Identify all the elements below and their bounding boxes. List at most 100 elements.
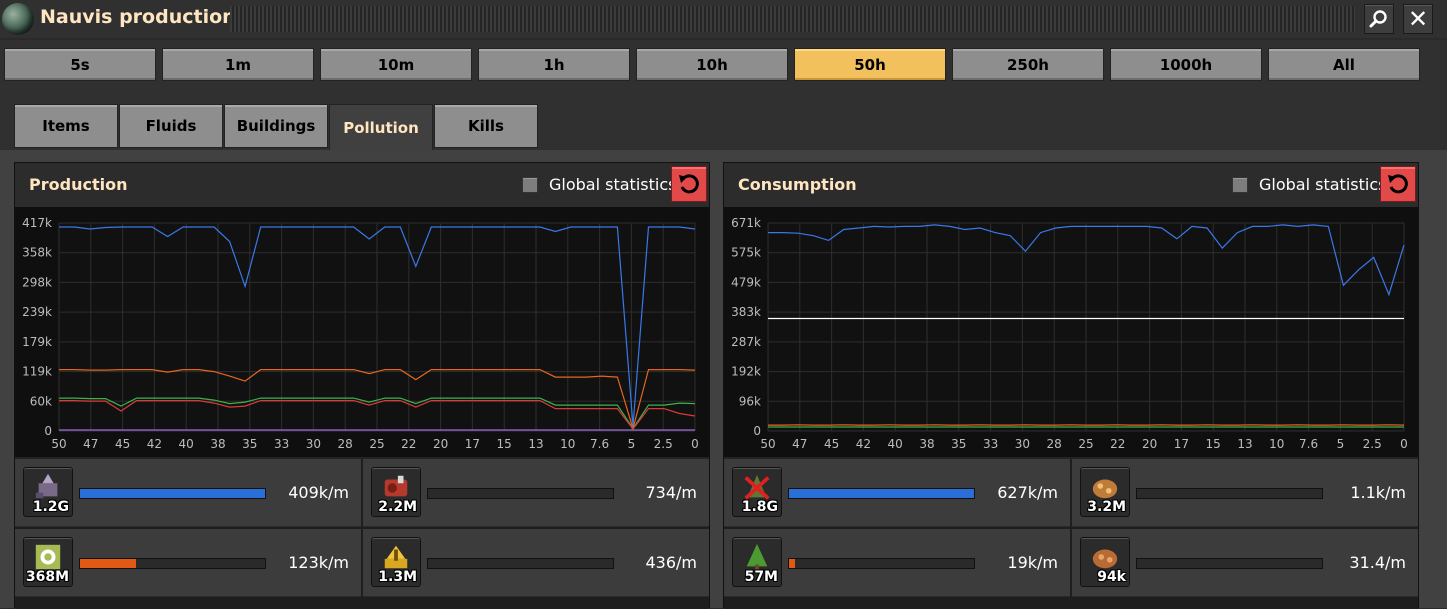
reset-button[interactable] xyxy=(1380,166,1416,202)
y-tick-label: 119k xyxy=(22,365,52,379)
dead-tree-icon xyxy=(741,472,773,502)
title-bar[interactable]: Nauvis production ✕ xyxy=(0,0,1447,38)
search-button[interactable] xyxy=(1364,4,1394,34)
x-tick-label: 17 xyxy=(1174,437,1189,451)
tab-kills[interactable]: Kills xyxy=(434,104,538,148)
category-tabs: ItemsFluidsBuildingsPollutionKills xyxy=(0,88,1447,150)
list-item[interactable]: 94k 31.4/m xyxy=(1072,529,1418,597)
time-button-50h[interactable]: 50h xyxy=(794,48,946,81)
time-button-1000h[interactable]: 1000h xyxy=(1110,48,1262,81)
list-item[interactable]: 1.2G409k/m xyxy=(15,459,361,527)
progress-bar xyxy=(427,488,614,499)
pumpjack-slot[interactable]: 1.3M xyxy=(371,537,421,587)
steam-engine-slot[interactable]: 2.2M xyxy=(371,467,421,517)
drag-handle[interactable] xyxy=(230,6,1355,32)
x-tick-label: 20 xyxy=(1142,437,1157,451)
x-tick-label: 38 xyxy=(919,437,934,451)
production-title: Production xyxy=(29,175,127,194)
y-tick-label: 179k xyxy=(22,335,52,349)
tab-buildings[interactable]: Buildings xyxy=(224,104,328,148)
progress-bar xyxy=(788,558,975,569)
x-tick-label: 13 xyxy=(1237,437,1252,451)
tab-pollution[interactable]: Pollution xyxy=(329,104,433,150)
list-item[interactable]: 368M123k/m xyxy=(15,529,361,597)
item-count: 368M xyxy=(26,569,69,585)
mining-drill-icon xyxy=(32,472,64,502)
mining-drill-slot[interactable]: 1.2G xyxy=(23,467,73,517)
rate-value: 1.1k/m xyxy=(1350,483,1406,502)
time-button-250h[interactable]: 250h xyxy=(952,48,1104,81)
progress-bar xyxy=(79,488,266,499)
list-item[interactable]: 3.2M 1.1k/m xyxy=(1072,459,1418,527)
x-tick-label: 22 xyxy=(401,437,416,451)
reset-icon xyxy=(677,172,701,196)
tab-fluids[interactable]: Fluids xyxy=(119,104,223,148)
x-tick-label: 45 xyxy=(824,437,839,451)
x-tick-label: 5 xyxy=(1337,437,1345,451)
time-button-all[interactable]: All xyxy=(1268,48,1420,81)
spawner-slot[interactable]: 3.2M xyxy=(1080,467,1130,517)
biter-spawner-slot[interactable]: 94k xyxy=(1080,537,1130,587)
x-tick-label: 45 xyxy=(115,437,130,451)
progress-bar xyxy=(79,558,266,569)
x-tick-label: 20 xyxy=(433,437,448,451)
y-tick-label: 575k xyxy=(731,246,761,260)
list-item[interactable]: 1.8G 627k/m xyxy=(724,459,1070,527)
x-tick-label: 40 xyxy=(179,437,194,451)
pumpjack-icon xyxy=(380,542,412,572)
item-count: 57M xyxy=(745,569,778,585)
x-tick-label: 33 xyxy=(983,437,998,451)
global-statistics-label: Global statistics xyxy=(549,175,676,194)
progress-bar xyxy=(1136,488,1323,499)
x-tick-label: 35 xyxy=(951,437,966,451)
time-button-1m[interactable]: 1m xyxy=(162,48,314,81)
consumption-title: Consumption xyxy=(738,175,857,194)
x-tick-label: 30 xyxy=(1015,437,1030,451)
y-tick-label: 287k xyxy=(731,335,761,349)
assembler-slot[interactable]: 368M xyxy=(23,537,73,587)
list-item[interactable]: 57M 19k/m xyxy=(724,529,1070,597)
rate-value: 19k/m xyxy=(1007,553,1058,572)
y-tick-label: 60k xyxy=(30,394,52,408)
x-tick-label: 25 xyxy=(369,437,384,451)
spawner-icon xyxy=(1089,472,1121,502)
x-tick-label: 42 xyxy=(147,437,162,451)
x-tick-label: 10 xyxy=(560,437,575,451)
x-tick-label: 13 xyxy=(528,437,543,451)
global-statistics-checkbox[interactable] xyxy=(522,177,538,193)
time-button-10m[interactable]: 10m xyxy=(320,48,472,81)
progress-bar-fill xyxy=(80,489,265,498)
y-tick-label: 0 xyxy=(753,424,761,438)
list-item[interactable]: 2.2M734/m xyxy=(363,459,709,527)
reset-icon xyxy=(1386,172,1410,196)
window-title: Nauvis production xyxy=(40,6,236,28)
x-tick-label: 47 xyxy=(792,437,807,451)
rate-value: 436/m xyxy=(645,553,697,572)
time-button-5s[interactable]: 5s xyxy=(4,48,156,81)
assembler-icon xyxy=(32,542,64,572)
y-tick-label: 96k xyxy=(739,394,761,408)
rate-value: 31.4/m xyxy=(1349,553,1406,572)
y-tick-label: 192k xyxy=(731,365,761,379)
x-tick-label: 28 xyxy=(1047,437,1062,451)
dead-tree-slot[interactable]: 1.8G xyxy=(732,467,782,517)
time-button-10h[interactable]: 10h xyxy=(636,48,788,81)
progress-bar xyxy=(1136,558,1323,569)
x-tick-label: 22 xyxy=(1110,437,1125,451)
tab-items[interactable]: Items xyxy=(14,104,118,148)
rate-value: 627k/m xyxy=(997,483,1058,502)
global-statistics-checkbox[interactable] xyxy=(1232,177,1248,193)
progress-bar-fill xyxy=(789,489,974,498)
tree-slot[interactable]: 57M xyxy=(732,537,782,587)
time-button-1h[interactable]: 1h xyxy=(478,48,630,81)
y-tick-label: 417k xyxy=(22,216,52,230)
list-item[interactable]: 1.3M 436/m xyxy=(363,529,709,597)
x-tick-label: 33 xyxy=(274,437,289,451)
y-tick-label: 479k xyxy=(731,275,761,289)
x-tick-label: 5 xyxy=(628,437,636,451)
search-icon xyxy=(1369,9,1389,29)
x-tick-label: 0 xyxy=(1400,437,1408,451)
item-count: 1.8G xyxy=(742,499,778,515)
close-button[interactable]: ✕ xyxy=(1403,4,1433,34)
reset-button[interactable] xyxy=(671,166,707,202)
